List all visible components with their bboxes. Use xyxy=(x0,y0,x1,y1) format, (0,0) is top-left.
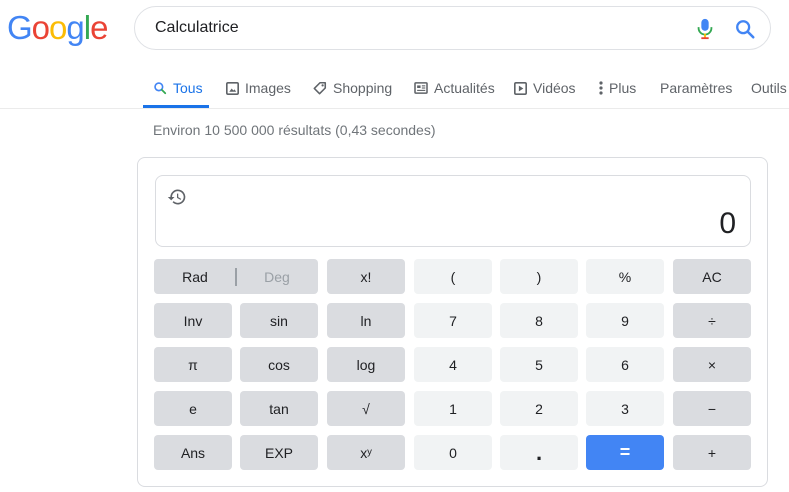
percent-button[interactable]: % xyxy=(586,259,664,294)
tab-images[interactable]: Images xyxy=(226,70,291,106)
exp-button[interactable]: EXP xyxy=(240,435,318,470)
all-clear-button[interactable]: AC xyxy=(673,259,751,294)
power-button[interactable]: xʸ xyxy=(327,435,405,470)
tab-plus[interactable]: Plus xyxy=(599,70,636,106)
logo-letter: o xyxy=(31,9,50,46)
tab-parametres[interactable]: Paramètres xyxy=(660,70,732,106)
tab-tous[interactable]: Tous xyxy=(143,70,209,108)
digit-9-button[interactable]: 9 xyxy=(586,303,664,338)
tag-icon xyxy=(313,81,327,95)
plus-button[interactable]: + xyxy=(673,435,751,470)
logo-letter: G xyxy=(7,9,33,46)
digit-0-button[interactable]: 0 xyxy=(414,435,492,470)
logo-letter: g xyxy=(66,9,84,46)
rad-button[interactable]: Rad xyxy=(155,269,235,285)
tab-outils[interactable]: Outils xyxy=(751,70,787,106)
tab-shopping[interactable]: Shopping xyxy=(313,70,392,106)
google-search-page: Google Calculatrice Tous Images Shopping… xyxy=(0,0,789,492)
search-input[interactable]: Calculatrice xyxy=(155,7,239,49)
calculator-card: 0 Rad Deg x! ( ) % AC Inv sin ln 7 8 9 ÷… xyxy=(137,157,768,487)
results-count: Environ 10 500 000 résultats (0,43 secon… xyxy=(153,122,436,138)
play-icon xyxy=(514,81,527,95)
search-tabs: Tous Images Shopping Actualités Vidéos P… xyxy=(143,70,789,108)
ans-button[interactable]: Ans xyxy=(154,435,232,470)
open-paren-button[interactable]: ( xyxy=(414,259,492,294)
log-button[interactable]: log xyxy=(327,347,405,382)
image-icon xyxy=(226,81,239,95)
tab-label: Actualités xyxy=(434,80,495,96)
tab-videos[interactable]: Vidéos xyxy=(514,70,576,106)
history-icon[interactable] xyxy=(167,187,187,207)
minus-button[interactable]: − xyxy=(673,391,751,426)
tab-label: Vidéos xyxy=(533,80,576,96)
logo-letter: e xyxy=(90,9,108,46)
tab-label: Outils xyxy=(751,80,787,96)
deg-button[interactable]: Deg xyxy=(237,269,317,285)
pi-button[interactable]: π xyxy=(154,347,232,382)
logo-letter: o xyxy=(49,9,67,46)
tab-label: Images xyxy=(245,80,291,96)
sqrt-button[interactable]: √ xyxy=(327,391,405,426)
calculator-display: 0 xyxy=(155,175,751,247)
sin-button[interactable]: sin xyxy=(240,303,318,338)
close-paren-button[interactable]: ) xyxy=(500,259,578,294)
tabs-divider xyxy=(0,108,789,109)
tab-label: Tous xyxy=(173,80,203,96)
newspaper-icon xyxy=(414,82,428,94)
search-icon xyxy=(154,82,167,95)
digit-3-button[interactable]: 3 xyxy=(586,391,664,426)
decimal-point-button[interactable]: . xyxy=(500,435,578,470)
rad-deg-toggle[interactable]: Rad Deg xyxy=(154,259,318,294)
cos-button[interactable]: cos xyxy=(240,347,318,382)
inverse-button[interactable]: Inv xyxy=(154,303,232,338)
mic-icon[interactable] xyxy=(696,18,714,40)
divide-button[interactable]: ÷ xyxy=(673,303,751,338)
ln-button[interactable]: ln xyxy=(327,303,405,338)
search-icon[interactable] xyxy=(734,18,756,40)
digit-8-button[interactable]: 8 xyxy=(500,303,578,338)
tan-button[interactable]: tan xyxy=(240,391,318,426)
factorial-button[interactable]: x! xyxy=(327,259,405,294)
digit-6-button[interactable]: 6 xyxy=(586,347,664,382)
more-vert-icon xyxy=(599,81,603,95)
equals-button[interactable]: = xyxy=(586,435,664,470)
digit-4-button[interactable]: 4 xyxy=(414,347,492,382)
tab-actualites[interactable]: Actualités xyxy=(414,70,495,106)
display-value: 0 xyxy=(719,207,736,240)
e-button[interactable]: e xyxy=(154,391,232,426)
tab-label: Plus xyxy=(609,80,637,96)
tab-label: Paramètres xyxy=(660,80,733,96)
tab-label: Shopping xyxy=(333,80,393,96)
digit-5-button[interactable]: 5 xyxy=(500,347,578,382)
multiply-button[interactable]: × xyxy=(673,347,751,382)
digit-2-button[interactable]: 2 xyxy=(500,391,578,426)
digit-7-button[interactable]: 7 xyxy=(414,303,492,338)
digit-1-button[interactable]: 1 xyxy=(414,391,492,426)
search-box[interactable]: Calculatrice xyxy=(134,6,771,50)
google-logo[interactable]: Google xyxy=(7,8,108,48)
